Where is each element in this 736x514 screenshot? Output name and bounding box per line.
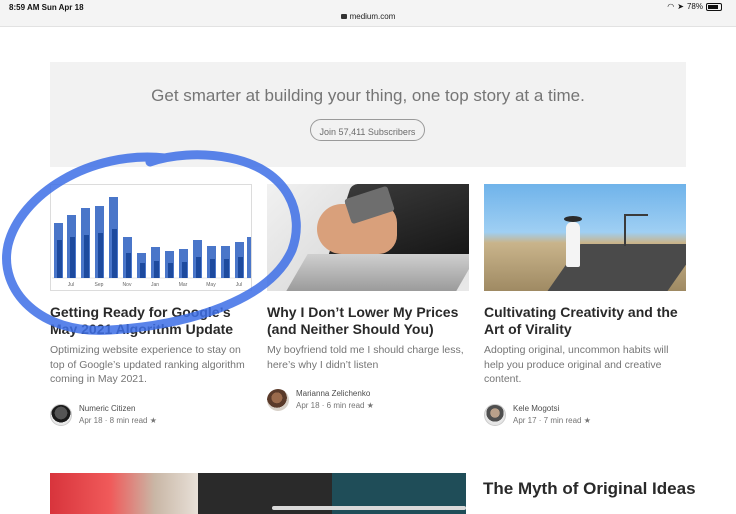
chart-month-label: Jul (236, 282, 242, 288)
hat-image (564, 216, 582, 222)
article-meta: Apr 18 · 8 min read (79, 416, 148, 425)
article-title[interactable]: Cultivating Creativity and the Art of Vi… (484, 304, 686, 338)
star-icon: ★ (366, 401, 374, 410)
browser-status-bar: 8:59 AM Sun Apr 18 medium.com ◠ ➤ 78% (0, 0, 736, 27)
red-fruit-image (50, 473, 200, 514)
chart-month-label: Mar (179, 282, 188, 288)
banner-headline: Get smarter at building your thing, one … (151, 86, 585, 105)
address-bar[interactable]: medium.com (0, 12, 736, 21)
chart-month-label: Sep (95, 282, 104, 288)
article-thumbnail-desert-road[interactable] (484, 184, 686, 291)
chart-month-label: Jul (68, 282, 74, 288)
article-title[interactable]: The Myth of Original Ideas (483, 478, 696, 499)
status-time: 8:59 AM Sun Apr 18 (9, 3, 84, 12)
subscribe-button[interactable]: Join 57,411 Subscribers (310, 119, 425, 141)
author-name[interactable]: Kele Mogotsi (513, 403, 591, 415)
article-card[interactable]: Jul Sep Nov Jan Mar May Jul Getting Read… (50, 184, 252, 387)
article-excerpt[interactable]: Adopting original, uncommon habits will … (484, 343, 686, 387)
author-avatar[interactable] (484, 404, 506, 426)
star-icon: ★ (149, 416, 157, 425)
author-name[interactable]: Marianna Zelichenko (296, 388, 374, 400)
chart-month-label: Jan (151, 282, 159, 288)
traffic-chart: Jul Sep Nov Jan Mar May Jul (52, 197, 251, 288)
author-avatar[interactable] (267, 389, 289, 411)
keyboard-image (286, 254, 469, 291)
star-icon: ★ (583, 416, 591, 425)
article-title[interactable]: Getting Ready for Google’s May 2021 Algo… (50, 304, 252, 338)
battery-icon (706, 2, 722, 11)
article-excerpt[interactable]: Optimizing website experience to stay on… (50, 343, 252, 387)
author-avatar[interactable] (50, 404, 72, 426)
tree-image (624, 214, 648, 246)
author-name[interactable]: Numeric Citizen (79, 403, 157, 415)
author-block: Kele Mogotsi Apr 17 · 7 min read ★ (484, 403, 591, 427)
status-indicators: ◠ ➤ 78% (667, 2, 722, 11)
chart-bars (54, 197, 251, 278)
article-card[interactable]: Cultivating Creativity and the Art of Vi… (484, 184, 686, 387)
person-image (566, 222, 580, 267)
url-text: medium.com (349, 12, 396, 21)
article-excerpt[interactable]: My boyfriend told me I should charge les… (267, 343, 469, 372)
article-title[interactable]: Why I Don’t Lower My Prices (and Neither… (267, 304, 469, 338)
article-meta: Apr 17 · 7 min read (513, 416, 582, 425)
article-thumbnail-laptop[interactable] (267, 184, 469, 291)
author-block: Numeric Citizen Apr 18 · 8 min read ★ (50, 403, 157, 427)
article-meta: Apr 18 · 6 min read (296, 401, 365, 410)
article-thumbnail-chart[interactable]: Jul Sep Nov Jan Mar May Jul (50, 184, 252, 291)
wifi-icon: ◠ (667, 2, 675, 11)
article-card[interactable]: Why I Don’t Lower My Prices (and Neither… (267, 184, 469, 372)
chart-month-label: May (206, 282, 216, 288)
subscribe-banner: Get smarter at building your thing, one … (50, 62, 686, 167)
home-indicator (272, 506, 466, 510)
battery-percent: 78% (686, 2, 703, 11)
chart-month-label: Nov (123, 282, 132, 288)
location-icon: ➤ (677, 2, 684, 11)
author-block: Marianna Zelichenko Apr 18 · 6 min read … (267, 388, 374, 412)
lock-icon (340, 14, 347, 19)
